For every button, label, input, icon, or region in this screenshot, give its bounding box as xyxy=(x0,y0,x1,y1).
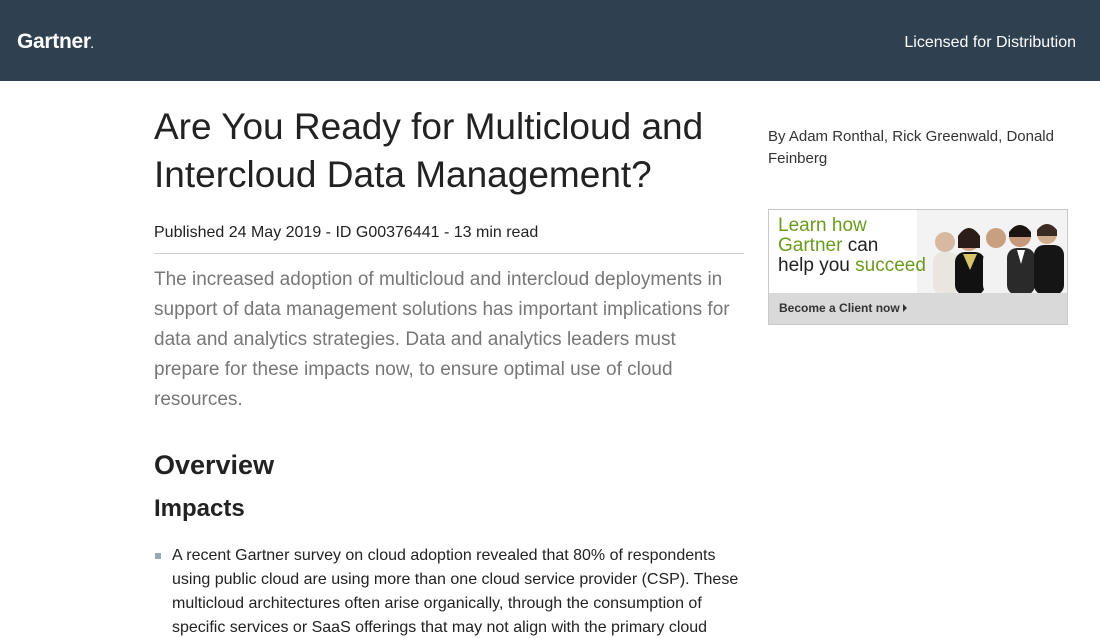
chevron-right-icon xyxy=(902,304,907,312)
promo-line-3: help you succeed xyxy=(778,255,926,276)
top-header-bar: Gartner. Licensed for Distribution xyxy=(0,0,1100,81)
become-client-button[interactable]: Become a Client now xyxy=(769,293,1067,324)
become-client-banner[interactable]: Learn how Gartner can help you succeed B… xyxy=(768,209,1068,325)
overview-heading: Overview xyxy=(154,450,275,480)
promo-headline: Learn how Gartner can help you succeed xyxy=(778,216,926,276)
impacts-list: A recent Gartner survey on cloud adoptio… xyxy=(154,544,744,638)
become-client-label: Become a Client now xyxy=(779,301,907,315)
article-summary: The increased adoption of multicloud and… xyxy=(154,269,730,410)
sidebar: By Adam Ronthal, Rick Greenwald, Donald … xyxy=(768,126,1068,170)
authors-byline: By Adam Ronthal, Rick Greenwald, Donald … xyxy=(768,128,1054,167)
impacts-heading: Impacts xyxy=(154,495,245,522)
licensed-for-distribution-label: Licensed for Distribution xyxy=(904,34,1076,51)
article-meta: Published 24 May 2019 - ID G00376441 - 1… xyxy=(154,224,744,254)
bullet-icon xyxy=(155,553,161,559)
promo-line-2: Gartner can xyxy=(778,235,879,256)
gartner-logo[interactable]: Gartner. xyxy=(17,30,94,54)
article-title: Are You Ready for Multicloud and Intercl… xyxy=(154,106,704,195)
article-main: Are You Ready for Multicloud and Intercl… xyxy=(154,100,744,638)
promo-line-1: Learn how xyxy=(778,215,867,236)
impact-text: A recent Gartner survey on cloud adoptio… xyxy=(172,547,739,636)
list-item: A recent Gartner survey on cloud adoptio… xyxy=(154,544,744,638)
people-photo-icon xyxy=(917,210,1067,295)
